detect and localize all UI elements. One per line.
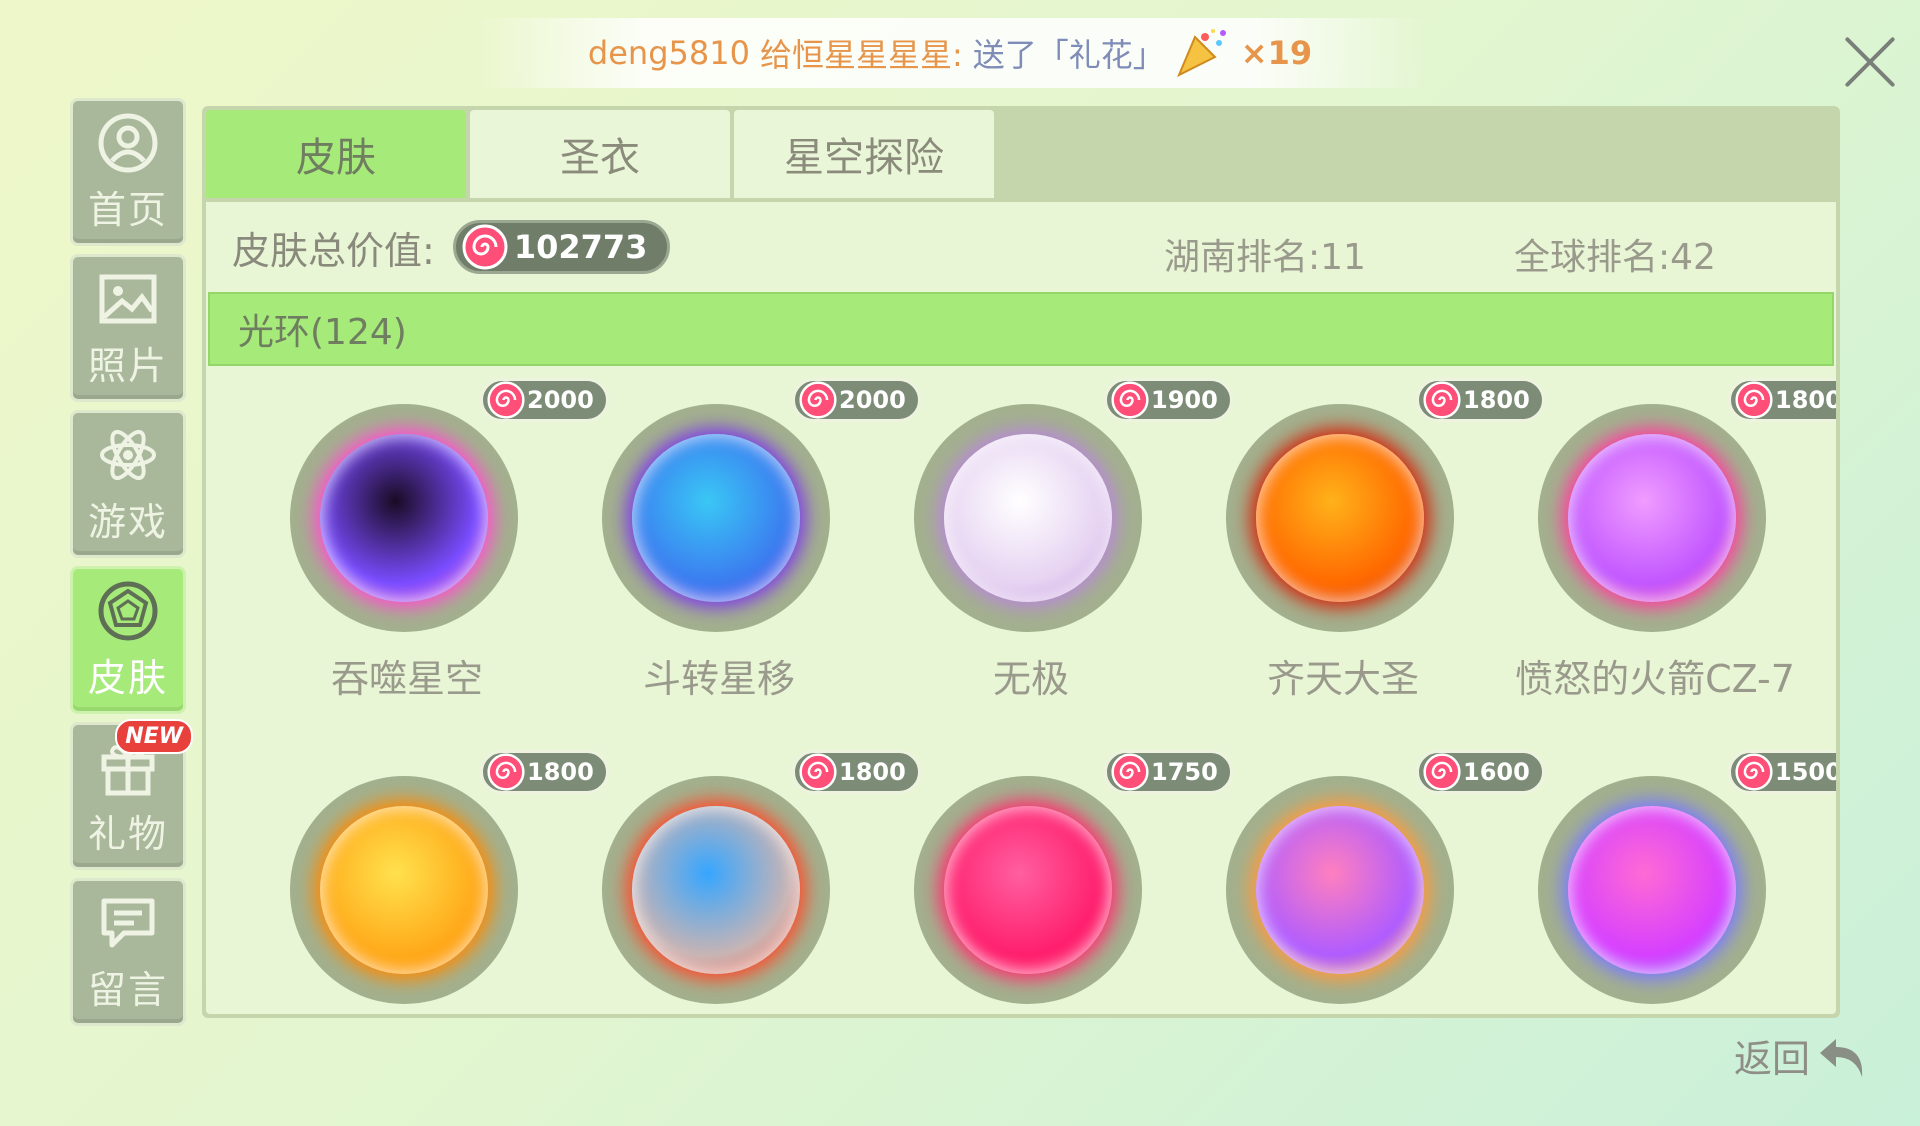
halo-item[interactable]: 1750 [866,738,1233,1014]
photo-icon [99,274,157,323]
halo-preview-icon [1256,434,1424,602]
back-label: 返回 [1734,1037,1811,1081]
halo-preview-icon [1256,806,1424,974]
tab-skins[interactable]: 皮肤 [206,110,466,198]
halo-item[interactable]: 2000 吞噬星空 [242,366,609,701]
total-value-pill: 102773 [452,220,671,274]
sidebar-item-label: 留言 [87,967,168,1012]
gem-icon [98,581,158,640]
halo-item[interactable]: 1600 [1178,738,1545,1014]
halo-preview-icon [320,806,488,974]
halo-item[interactable]: 2000 斗转星移 [554,366,921,701]
halo-frame [1226,776,1454,1004]
tab-bar: 皮肤 圣衣 星空探险 [206,110,994,198]
halo-item[interactable]: 1800 愤怒的火箭CZ-7 [1490,366,1836,701]
atom-icon [100,429,156,480]
halo-frame [290,404,518,632]
party-popper-icon [1176,29,1226,78]
halo-item[interactable]: 1500 [1490,738,1836,1014]
broadcast-action: 送了「礼花」 [972,36,1165,74]
sidebar-item-label: 游戏 [87,499,168,544]
halo-name: 吞噬星空 [330,657,483,701]
section-halo-header[interactable]: 光环(124) [208,292,1834,366]
sidebar-item-label: 礼物 [87,811,168,856]
back-button[interactable]: 返回 [1734,1028,1870,1083]
halo-name: 愤怒的火箭CZ-7 [1515,657,1795,701]
halo-item[interactable]: 1800 [242,738,609,1014]
halo-price-value: 1800 [1775,386,1836,414]
new-badge: NEW [115,719,193,754]
halo-frame [914,776,1142,1004]
candy-coin-icon [1111,753,1149,791]
close-icon[interactable] [1840,32,1900,92]
halo-frame [290,776,518,1004]
candy-coin-icon [462,224,508,270]
sidebar-item-label: 照片 [87,343,168,388]
candy-coin-icon [1423,381,1461,419]
sidebar-item-photos[interactable]: 照片 [70,254,186,402]
halo-grid: 2000 吞噬星空 2000 斗转星移 1900 无极 1800 齐天大圣 1800 愤怒的火箭C… [206,366,1836,1014]
halo-preview-icon [632,434,800,602]
halo-frame [914,404,1142,632]
halo-frame [602,404,830,632]
rank-hunan: 湖南排名:11 [1164,237,1366,278]
sidebar-item-skins[interactable]: 皮肤 [70,566,186,714]
tab-armor[interactable]: 圣衣 [470,110,730,198]
halo-frame [602,776,830,1004]
halo-item[interactable]: 1900 无极 [866,366,1233,701]
skin-summary: 皮肤总价值: 102773 湖南排名:11 全球排名:42 [206,202,1836,292]
candy-coin-icon [487,381,525,419]
candy-coin-icon [1423,753,1461,791]
halo-preview-icon [632,806,800,974]
sidebar: 首页 照片 游戏 皮肤 NEW 礼物 留言 [70,98,193,1034]
sidebar-item-label: 首页 [87,187,168,232]
total-value: 102773 [513,228,648,266]
message-icon [101,898,155,947]
skin-content: 皮肤总价值: 102773 湖南排名:11 全球排名:42 光环(124) 20… [206,202,1836,1014]
halo-preview-icon [1568,434,1736,602]
broadcast-user: deng5810 [587,34,750,72]
halo-frame [1538,776,1766,1004]
halo-preview-icon [320,434,488,602]
back-arrow-icon [1820,1038,1863,1077]
total-value-label: 皮肤总价值: [232,228,435,273]
sidebar-item-gifts[interactable]: NEW 礼物 [70,719,193,870]
broadcast-target: 给恒星星星星: [759,36,963,74]
candy-coin-icon [799,753,837,791]
halo-item[interactable]: 1800 [554,738,921,1014]
sidebar-item-label: 皮肤 [87,655,168,700]
halo-name: 斗转星移 [642,657,795,701]
candy-coin-icon [799,381,837,419]
candy-coin-icon [487,753,525,791]
broadcast-count: ×19 [1240,34,1313,72]
halo-item[interactable]: 1800 齐天大圣 [1178,366,1545,701]
sidebar-item-home[interactable]: 首页 [70,98,186,246]
candy-coin-icon [1735,381,1773,419]
sidebar-item-games[interactable]: 游戏 [70,410,186,558]
halo-preview-icon [1568,806,1736,974]
rank-global: 全球排名:42 [1514,237,1716,278]
halo-name: 齐天大圣 [1266,657,1419,701]
halo-frame [1538,404,1766,632]
halo-preview-icon [944,806,1112,974]
gift-broadcast-banner: deng5810 给恒星星星星: 送了「礼花」 ×19 [470,18,1430,88]
sidebar-item-messages[interactable]: 留言 [70,878,186,1026]
halo-price-value: 1500 [1775,758,1836,786]
halo-name: 无极 [992,657,1069,701]
halo-price: 1800 [1728,378,1836,422]
skin-panel: 皮肤 圣衣 星空探险 皮肤总价值: 102773 湖南排名:11 全球排名:42… [202,106,1840,1018]
candy-coin-icon [1111,381,1149,419]
candy-coin-icon [1735,753,1773,791]
halo-price: 1500 [1728,750,1836,794]
halo-frame [1226,404,1454,632]
halo-preview-icon [944,434,1112,602]
tab-star-adventure[interactable]: 星空探险 [734,110,994,198]
profile-icon [98,113,158,172]
